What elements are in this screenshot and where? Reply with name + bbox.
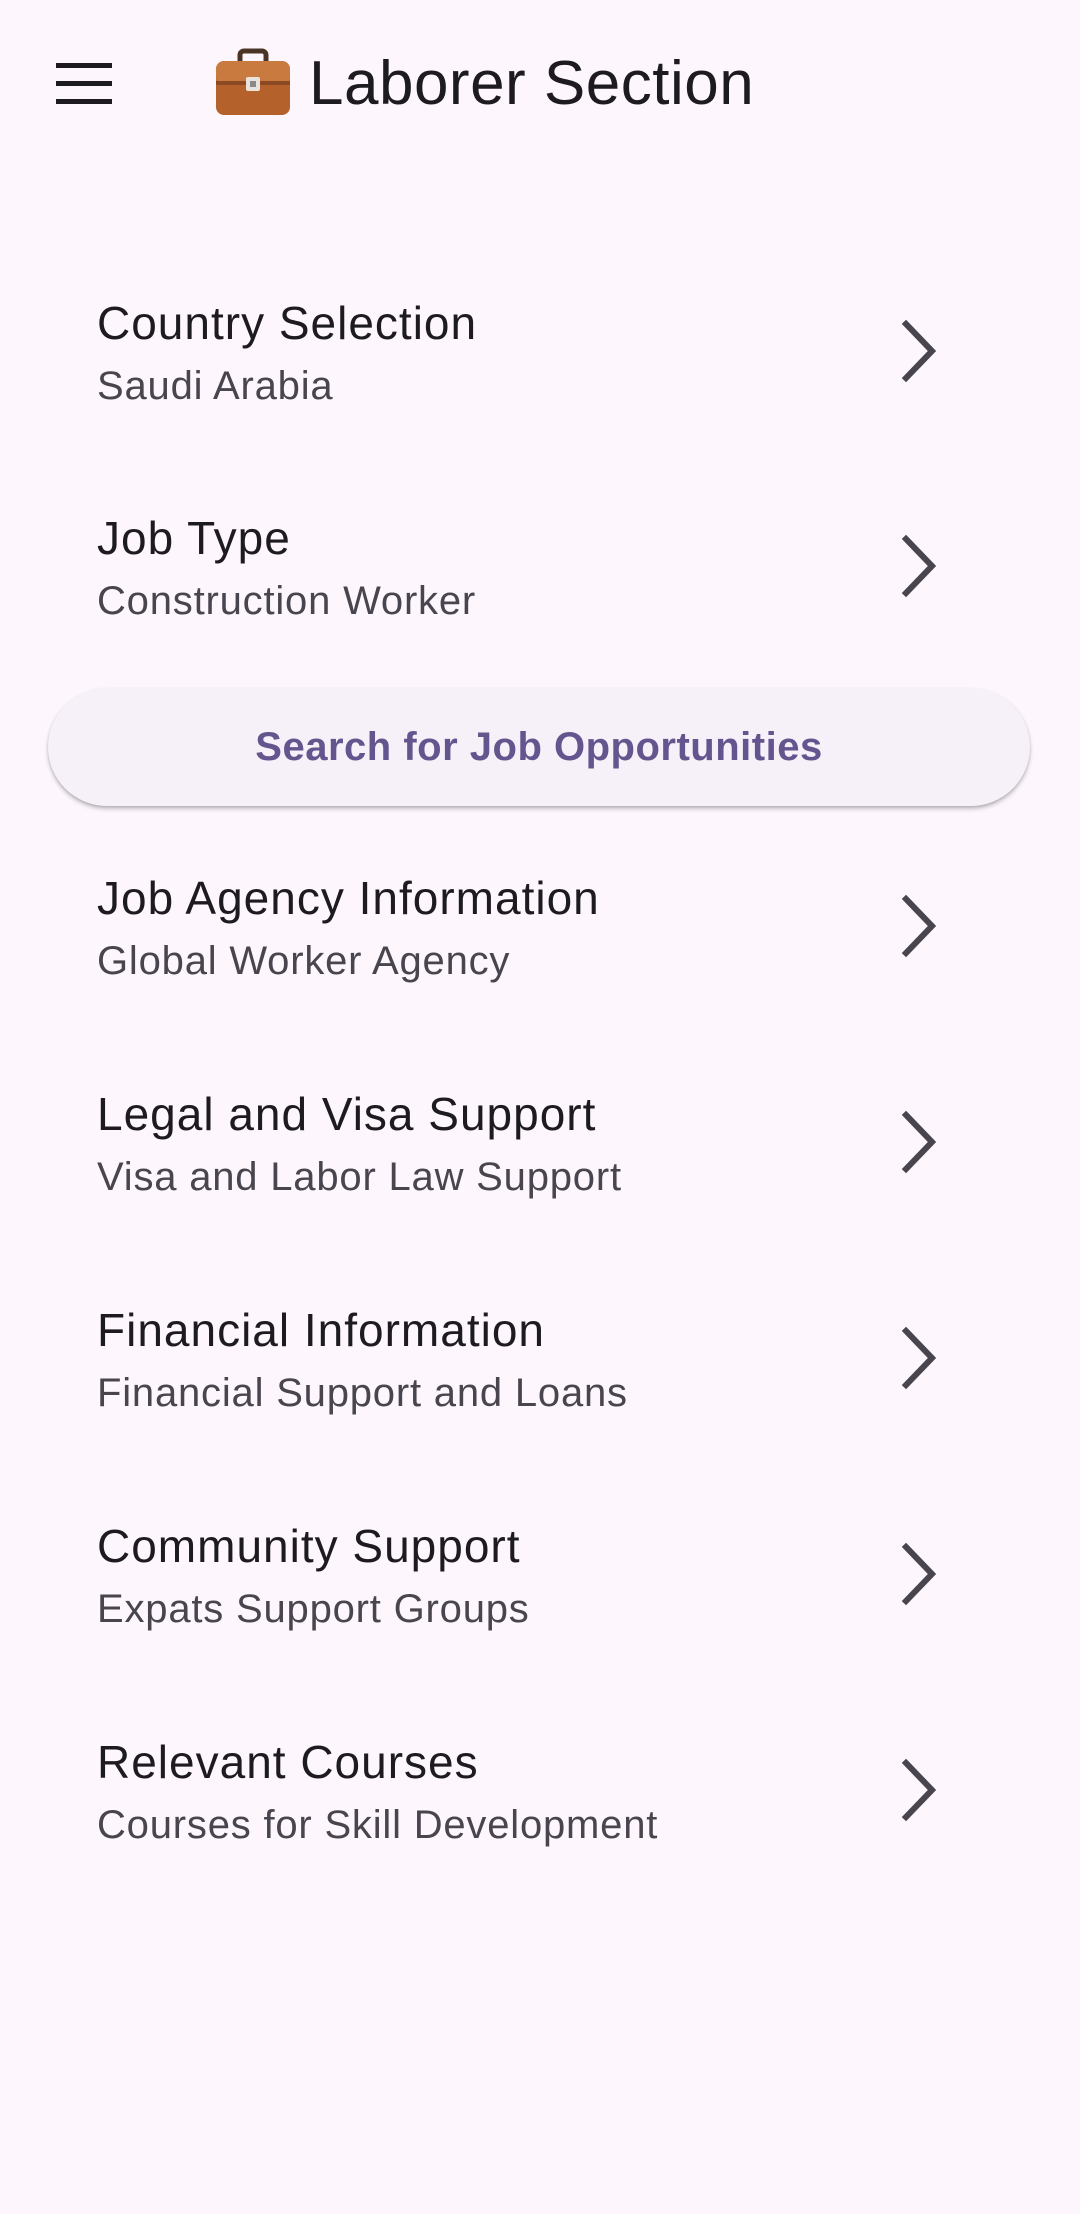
list-item-job-type[interactable]: Job Type Construction Worker: [0, 511, 1080, 711]
item-title: Legal and Visa Support: [97, 1088, 597, 1140]
item-title: Community Support: [97, 1520, 521, 1572]
item-title: Financial Information: [97, 1304, 545, 1356]
menu-button[interactable]: [40, 44, 128, 124]
item-title: Country Selection: [97, 297, 478, 349]
chevron-right-icon: [901, 1542, 937, 1606]
list-item-legal-visa-support[interactable]: Legal and Visa Support Visa and Labor La…: [0, 1087, 1080, 1287]
item-subtitle: Global Worker Agency: [97, 939, 511, 983]
app-bar: Laborer Section: [0, 0, 1080, 170]
item-title: Relevant Courses: [97, 1736, 479, 1788]
list-item-financial-information[interactable]: Financial Information Financial Support …: [0, 1303, 1080, 1503]
item-subtitle: Financial Support and Loans: [97, 1371, 628, 1415]
item-subtitle: Visa and Labor Law Support: [97, 1155, 622, 1199]
briefcase-icon: [216, 48, 290, 115]
menu-icon: [56, 63, 112, 104]
list-item-job-agency-information[interactable]: Job Agency Information Global Worker Age…: [0, 871, 1080, 1071]
list-item-country-selection[interactable]: Country Selection Saudi Arabia: [0, 296, 1080, 496]
chevron-right-icon: [901, 894, 937, 958]
item-title: Job Agency Information: [97, 872, 600, 924]
item-subtitle: Saudi Arabia: [97, 364, 334, 408]
chevron-right-icon: [901, 1110, 937, 1174]
chevron-right-icon: [901, 534, 937, 598]
item-subtitle: Construction Worker: [97, 579, 477, 623]
chevron-right-icon: [901, 319, 937, 383]
item-subtitle: Expats Support Groups: [97, 1587, 530, 1631]
chevron-right-icon: [901, 1758, 937, 1822]
list-item-relevant-courses[interactable]: Relevant Courses Courses for Skill Devel…: [0, 1735, 1080, 1935]
page-title: Laborer Section: [309, 48, 755, 118]
search-job-opportunities-button[interactable]: Search for Job Opportunities: [48, 688, 1030, 806]
item-title: Job Type: [97, 512, 291, 564]
search-button-label: Search for Job Opportunities: [255, 724, 823, 769]
list-item-community-support[interactable]: Community Support Expats Support Groups: [0, 1519, 1080, 1719]
chevron-right-icon: [901, 1326, 937, 1390]
title-group: Laborer Section: [213, 38, 754, 128]
item-subtitle: Courses for Skill Development: [97, 1803, 659, 1847]
